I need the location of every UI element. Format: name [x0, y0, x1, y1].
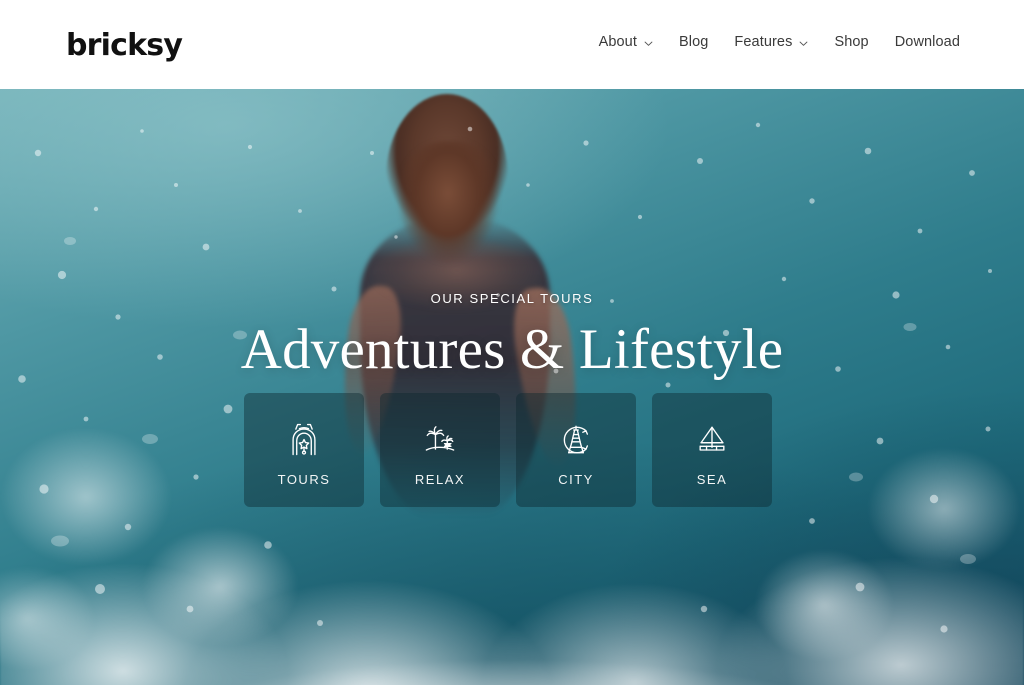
category-card-relax[interactable]: RELAX: [380, 393, 500, 507]
category-card-city[interactable]: CITY: [516, 393, 636, 507]
nav-item-label: Download: [894, 34, 960, 50]
nav-item-shop[interactable]: Shop: [834, 34, 868, 50]
page-title: Adventures & Lifestyle: [240, 318, 784, 381]
hero-section: OUR SPECIAL TOURS Adventures & Lifestyle: [0, 89, 1024, 685]
nav-item-features[interactable]: Features: [734, 34, 808, 50]
category-card-label: SEA: [696, 472, 728, 487]
site-header: bricksy About Blog Features Shop Downloa…: [0, 0, 1024, 89]
nav-item-label: Features: [734, 34, 793, 50]
nav-item-download[interactable]: Download: [895, 34, 960, 50]
eiffel-tower-icon: [554, 418, 598, 462]
nav-item-about[interactable]: About: [599, 34, 653, 50]
category-card-tours[interactable]: TOURS: [244, 393, 364, 507]
main-navigation: About Blog Features Shop Download: [599, 34, 960, 50]
category-card-label: RELAX: [414, 472, 466, 487]
nav-item-label: Blog: [678, 34, 709, 50]
chevron-down-icon[interactable]: [799, 39, 808, 48]
category-card-list: TOURS RELAX CITY SEA: [244, 393, 778, 507]
palm-island-icon: [418, 418, 462, 462]
category-card-label: CITY: [558, 472, 594, 487]
backpack-icon: [282, 418, 326, 462]
site-logo[interactable]: bricksy: [66, 28, 183, 63]
category-card-sea[interactable]: SEA: [652, 393, 772, 507]
nav-item-blog[interactable]: Blog: [679, 34, 708, 50]
sailboat-icon: [690, 418, 734, 462]
nav-item-label: About: [598, 34, 637, 50]
category-card-label: TOURS: [277, 472, 331, 487]
hero-content: OUR SPECIAL TOURS Adventures & Lifestyle: [0, 89, 1024, 685]
chevron-down-icon[interactable]: [644, 39, 653, 48]
nav-item-label: Shop: [834, 34, 869, 50]
hero-eyebrow: OUR SPECIAL TOURS: [430, 291, 594, 306]
